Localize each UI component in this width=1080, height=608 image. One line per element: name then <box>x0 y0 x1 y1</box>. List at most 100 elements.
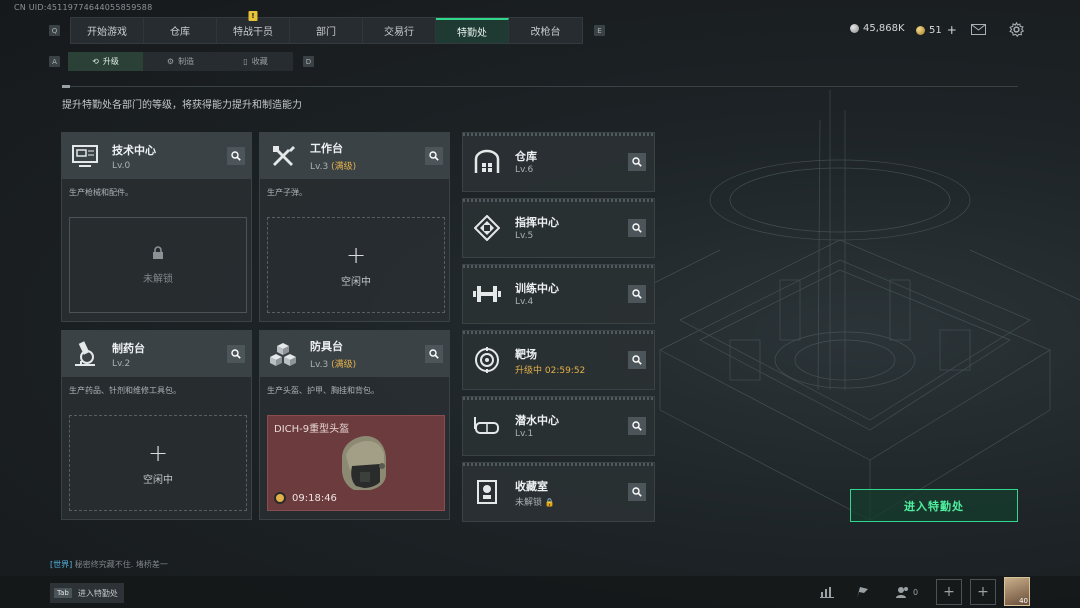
subtab-collection[interactable]: ▯ 收藏 <box>218 52 293 71</box>
tab-start-game[interactable]: 开始游戏 <box>71 18 144 43</box>
inspect-search-icon[interactable] <box>628 417 646 435</box>
facility-upgrade-status: 升级中 02:59:52 <box>515 366 586 376</box>
coin-balance[interactable]: 45,868K <box>850 23 905 34</box>
friends-count: 0 <box>912 587 919 597</box>
facility-name: 训练中心 <box>515 282 559 295</box>
card-strip <box>463 133 654 136</box>
locked-label: 未解锁 <box>515 498 543 508</box>
facility-card-diving-center[interactable]: 潜水中心 Lv.1 <box>462 396 655 456</box>
tab-label: 特勤处 <box>457 28 487 39</box>
facility-name: 收藏室 <box>515 480 548 493</box>
facility-card-command-center[interactable]: 指挥中心 Lv.5 <box>462 198 655 258</box>
facility-card-pharmacy[interactable]: 制药台 Lv.2 生产药品、针剂和维修工具包。 + 空闲中 <box>61 330 252 520</box>
card-header: 技术中心 Lv.0 <box>62 133 251 179</box>
flag-icon[interactable] <box>848 578 876 606</box>
tab-shortcut-hint[interactable]: Tab 进入特勤处 <box>50 583 124 603</box>
inspect-search-icon[interactable] <box>628 153 646 171</box>
facility-card-training-center[interactable]: 训练中心 Lv.4 <box>462 264 655 324</box>
facility-name: 技术中心 <box>112 143 156 157</box>
add-points-button[interactable]: + <box>947 23 957 37</box>
facility-card-tech-center[interactable]: 技术中心 Lv.0 生产枪械和配件。 未解锁 <box>61 132 252 322</box>
inspect-search-icon[interactable] <box>628 219 646 237</box>
dumbbell-icon <box>471 278 503 310</box>
facility-level: Lv.5 <box>515 231 534 241</box>
facility-card-warehouse[interactable]: 仓库 Lv.6 <box>462 132 655 192</box>
party-slot-add-button[interactable]: + <box>936 579 962 605</box>
inspect-search-icon[interactable] <box>227 345 245 363</box>
facility-level: Lv.2 <box>112 358 131 369</box>
points-balance[interactable]: 51 + <box>916 23 957 37</box>
tab-special-ops[interactable]: 特勤处 <box>436 18 509 43</box>
display-case-icon <box>471 476 503 508</box>
tab-warehouse[interactable]: 仓库 <box>144 18 217 43</box>
max-level-tag: (满级) <box>331 162 357 172</box>
facility-card-workbench[interactable]: 工作台 Lv.3 (满级) 生产子弹。 + 空闲中 <box>259 132 450 322</box>
inspect-search-icon[interactable] <box>628 483 646 501</box>
tab-trading[interactable]: 交易行 <box>363 18 436 43</box>
facility-name: 潜水中心 <box>515 414 559 427</box>
subnav-next-key[interactable]: D <box>303 56 314 67</box>
coin-amount: 45,868K <box>863 23 905 34</box>
facility-level: Lv.3 <box>310 162 329 172</box>
world-chat-line[interactable]: [世界] 秘密终究藏不住. 堵桥差一 <box>50 559 168 570</box>
inspect-search-icon[interactable] <box>628 285 646 303</box>
section-divider <box>62 86 1018 87</box>
production-slot-locked: 未解锁 <box>69 217 247 313</box>
tab-department[interactable]: 部门 <box>290 18 363 43</box>
sub-tabs: ⟲ 升级 ⚙ 制造 ▯ 收藏 <box>68 52 293 71</box>
inspect-search-icon[interactable] <box>425 147 443 165</box>
subtab-craft[interactable]: ⚙ 制造 <box>143 52 218 71</box>
computer-icon <box>68 139 102 173</box>
facility-card-armor-bench[interactable]: 防具台 Lv.3 (满级) 生产头盔、护甲、胸挂和背包。 DICH-9重型头盔 … <box>259 330 450 520</box>
facility-name: 指挥中心 <box>515 216 559 229</box>
production-slot-idle[interactable]: + 空闲中 <box>267 217 445 313</box>
add-plus-icon: + <box>345 240 367 269</box>
hammer-wrench-icon <box>266 139 300 173</box>
crafting-item-name: DICH-9重型头盔 <box>274 424 350 435</box>
facility-card-shooting-range[interactable]: 靶场 升级中 02:59:52 <box>462 330 655 390</box>
facility-name: 防具台 <box>310 340 343 353</box>
party-slot-add-button[interactable]: + <box>970 579 996 605</box>
player-avatar[interactable]: 40 <box>1004 577 1030 606</box>
inspect-search-icon[interactable] <box>227 147 245 165</box>
warehouse-icon <box>471 146 503 178</box>
tab-label: 特战干员 <box>233 27 273 38</box>
facility-level: Lv.4 <box>515 297 534 307</box>
stats-chart-icon[interactable] <box>813 578 841 606</box>
facility-name: 靶场 <box>515 348 537 361</box>
helmet-item-icon <box>342 436 386 490</box>
chat-message: 秘密终究藏不住. 堵桥差一 <box>74 560 168 569</box>
subtab-upgrade[interactable]: ⟲ 升级 <box>68 52 143 71</box>
card-strip <box>463 265 654 268</box>
timer-value: 09:18:46 <box>292 492 337 504</box>
card-header: 工作台 Lv.3 (满级) <box>260 133 449 179</box>
friends-button[interactable]: 0 <box>892 578 922 606</box>
tab-operators[interactable]: ! 特战干员 <box>217 11 290 43</box>
clock-icon <box>274 492 286 504</box>
facility-level: Lv.6 <box>515 165 534 175</box>
inspect-search-icon[interactable] <box>425 345 443 363</box>
subnav-prev-key[interactable]: A <box>49 56 60 67</box>
facility-description: 生产枪械和配件。 <box>69 188 133 197</box>
tab-label: 交易行 <box>384 27 414 38</box>
nav-prev-key[interactable]: Q <box>49 25 60 36</box>
inspect-search-icon[interactable] <box>628 351 646 369</box>
facility-card-collection-room[interactable]: 收藏室 未解锁 🔒 <box>462 462 655 522</box>
tab-gunsmith[interactable]: 改枪台 <box>509 18 582 43</box>
production-slot-crafting[interactable]: DICH-9重型头盔 09:18:46 <box>267 415 445 511</box>
mail-icon[interactable] <box>970 21 986 37</box>
card-strip <box>463 331 654 334</box>
player-uid: CN UID:451197746440558595​88 <box>14 3 153 12</box>
settings-gear-icon[interactable] <box>1008 21 1024 37</box>
tab-label: 仓库 <box>170 27 190 38</box>
facility-level: Lv.0 <box>112 160 131 171</box>
enter-special-ops-button[interactable]: 进入特勤处 <box>850 489 1018 522</box>
production-slot-idle[interactable]: + 空闲中 <box>69 415 247 511</box>
nav-next-key[interactable]: E <box>594 25 605 36</box>
tab-key: Tab <box>54 588 72 598</box>
collection-icon: ▯ <box>243 57 248 66</box>
craft-icon: ⚙ <box>166 57 175 66</box>
player-level: 40 <box>1019 597 1028 605</box>
facility-description: 生产子弹。 <box>267 188 307 197</box>
tab-label: 改枪台 <box>530 27 561 38</box>
